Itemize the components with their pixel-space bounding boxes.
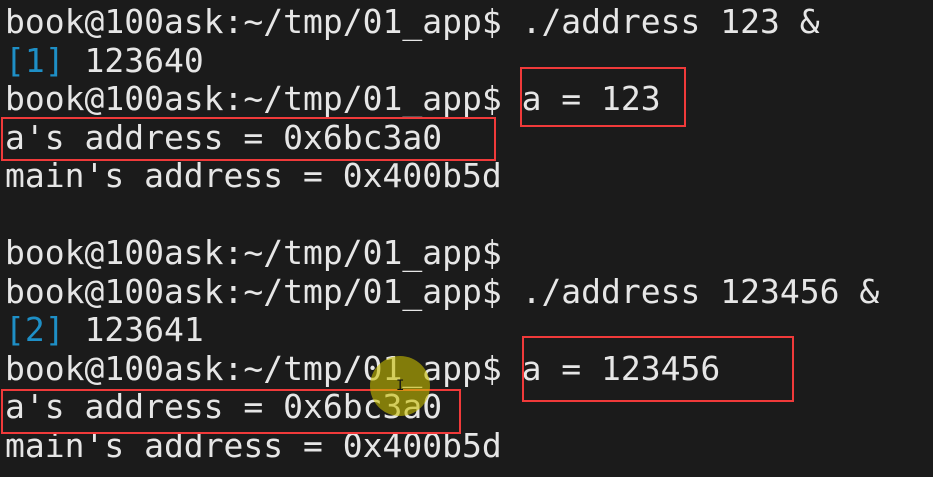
terminal-line: book@100ask:~/tmp/01_app$ ./address 1234… [5,271,880,312]
prompt: book@100ask:~/tmp/01_app$ [5,233,502,272]
highlight-box-address-1 [1,117,496,161]
prompt: book@100ask:~/tmp/01_app$ [5,271,502,311]
terminal-line: book@100ask:~/tmp/01_app$ a = 123 [5,79,879,119]
pid: 123641 [64,310,204,349]
prompt: book@100ask:~/tmp/01_app$ [5,79,502,118]
highlight-box-a-123 [520,67,686,127]
output-text: main's address = 0x400b5d [5,156,502,195]
terminal-line: book@100ask:~/tmp/01_app$ ./address 123 … [5,2,879,42]
command: ./address 123 & [501,2,820,41]
terminal-line: book@100ask:~/tmp/01_app$ [5,233,879,273]
text-cursor-icon: I [396,378,405,394]
prompt: book@100ask:~/tmp/01_app$ [5,2,502,41]
pid: 123640 [64,40,204,80]
job-number: [2] [5,310,65,349]
terminal-line: [1] 123640 [5,40,879,81]
terminal-line: main's address = 0x400b5d [5,156,879,196]
job-number: [1] [5,40,65,80]
command: ./address 123456 & [501,271,880,311]
highlight-box-a-123456 [522,336,794,402]
